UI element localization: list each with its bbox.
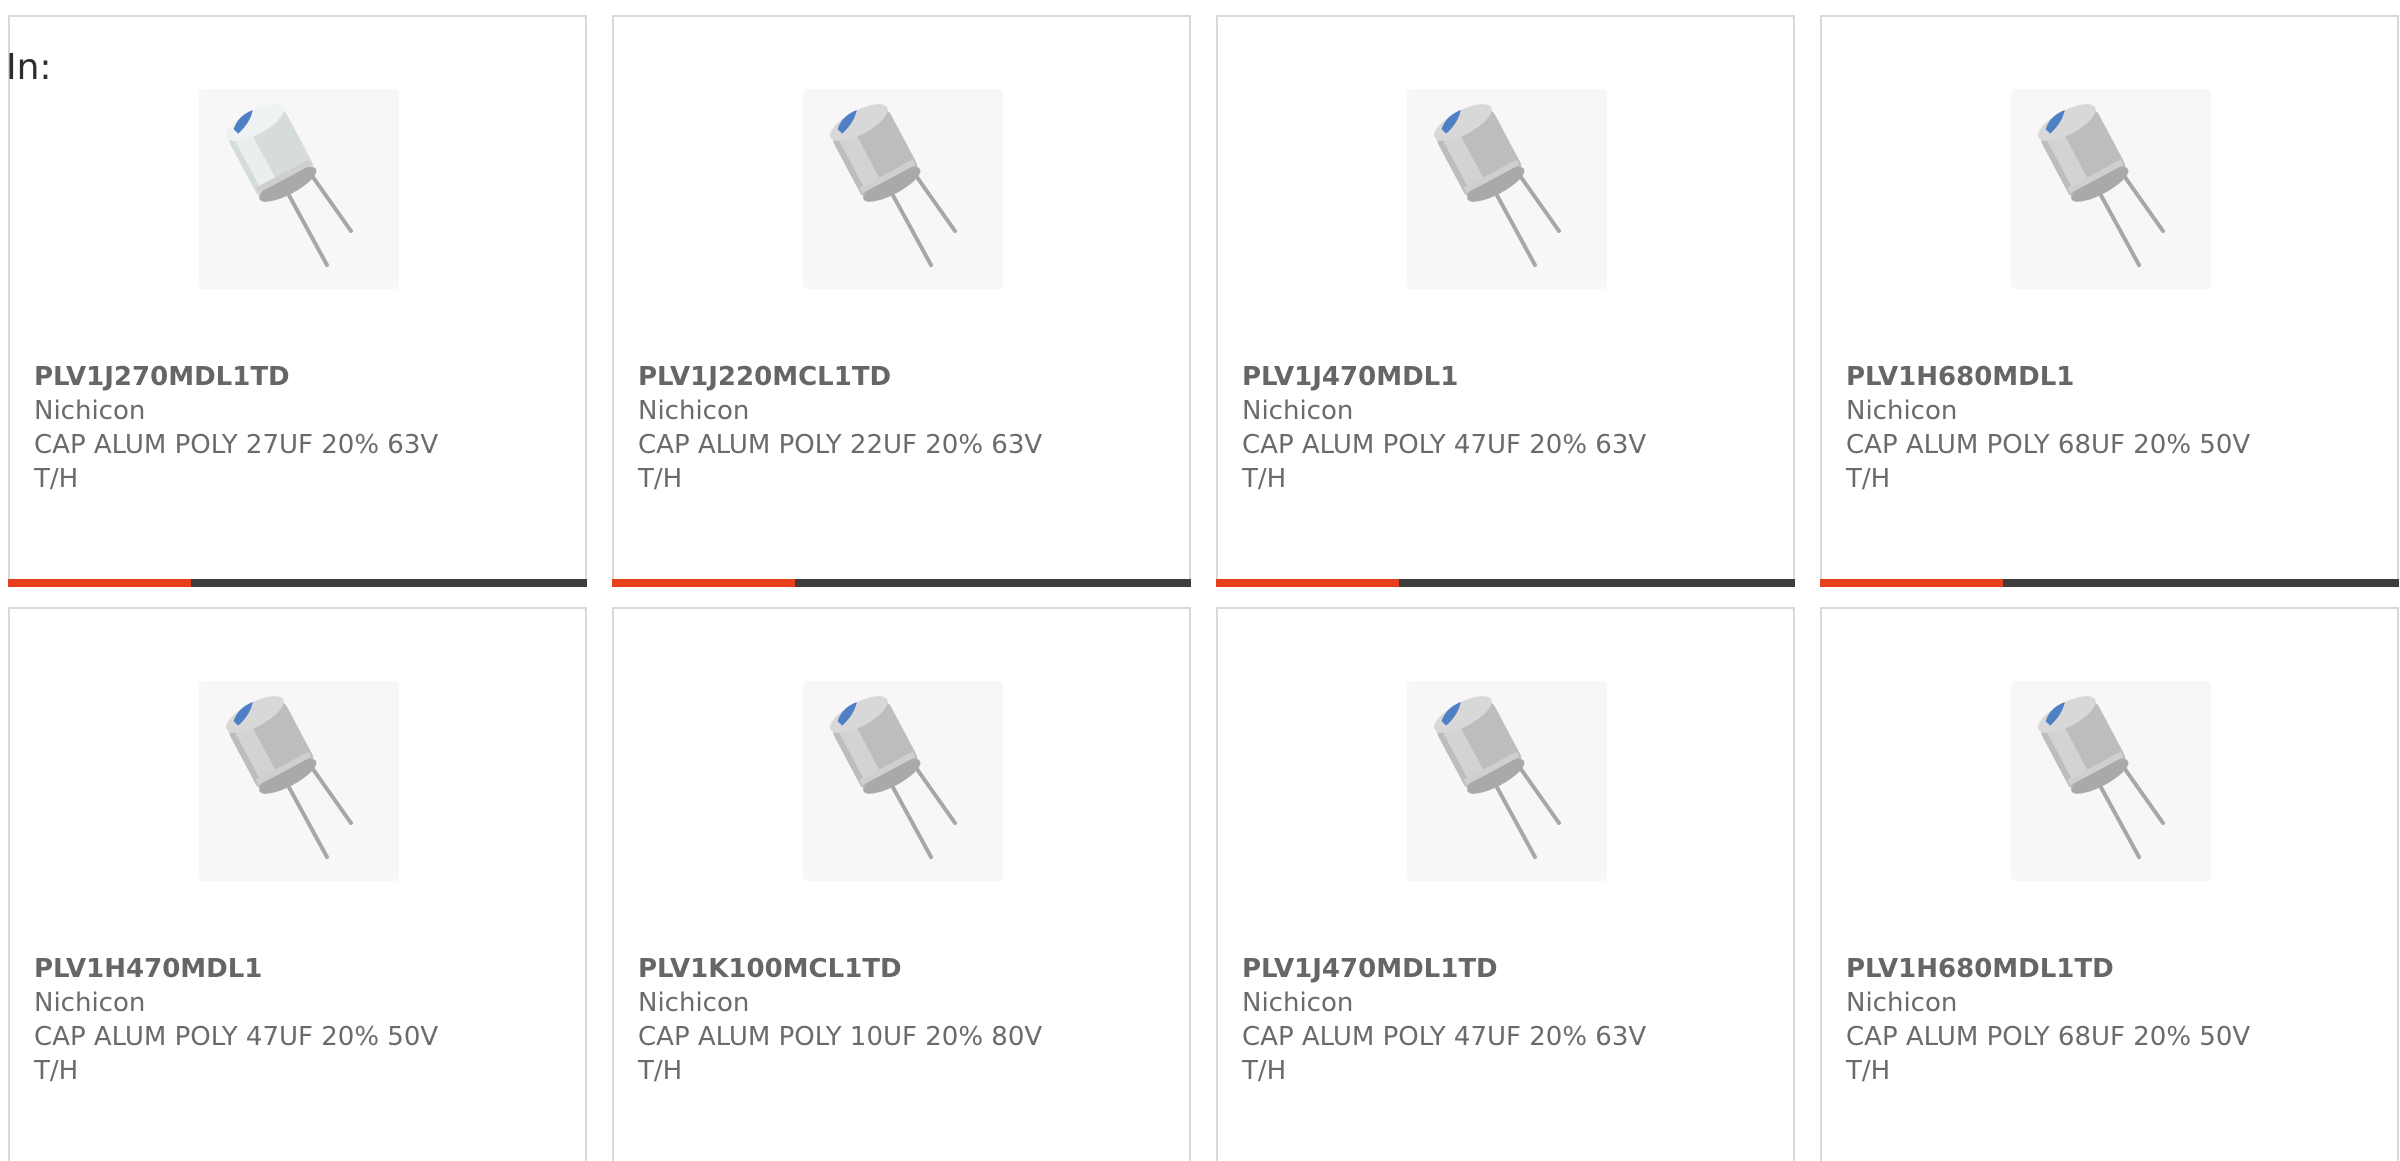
card-accent-bar [1820,579,2399,587]
product-card[interactable]: PLV1J270MDL1TD Nichicon CAP ALUM POLY 27… [8,15,587,587]
product-info: PLV1K100MCL1TD Nichicon CAP ALUM POLY 10… [638,952,1158,1088]
card-accent-bar [8,579,587,587]
card-accent-fill [1216,579,1399,587]
part-number-link[interactable]: PLV1H470MDL1 [34,952,554,986]
part-number-link[interactable]: PLV1H680MDL1TD [1846,952,2366,986]
card-accent-bar [612,579,1191,587]
capacitor-image[interactable] [199,89,399,289]
product-description: CAP ALUM POLY 22UF 20% 63V [638,430,1043,460]
product-description: CAP ALUM POLY 47UF 20% 63V [1242,430,1647,460]
capacitor-image[interactable] [2011,681,2211,881]
capacitor-image[interactable] [1407,681,1607,881]
mounting-type: T/H [1846,464,1891,494]
mounting-type: T/H [1242,464,1287,494]
part-number-link[interactable]: PLV1J470MDL1 [1242,360,1762,394]
product-row: PLV1H470MDL1 Nichicon CAP ALUM POLY 47UF… [8,607,2399,1161]
product-grid: PLV1J270MDL1TD Nichicon CAP ALUM POLY 27… [8,15,2399,1161]
product-description: CAP ALUM POLY 47UF 20% 50V [34,1022,439,1052]
product-card[interactable]: PLV1H680MDL1 Nichicon CAP ALUM POLY 68UF… [1820,15,2399,587]
product-description: CAP ALUM POLY 27UF 20% 63V [34,430,439,460]
product-description: CAP ALUM POLY 10UF 20% 80V [638,1022,1043,1052]
product-card[interactable]: PLV1K100MCL1TD Nichicon CAP ALUM POLY 10… [612,607,1191,1161]
card-accent-fill [8,579,191,587]
product-row: PLV1J270MDL1TD Nichicon CAP ALUM POLY 27… [8,15,2399,587]
manufacturer-name: Nichicon [1846,396,1958,426]
card-accent-bar [1216,579,1795,587]
capacitor-image[interactable] [2011,89,2211,289]
part-number-link[interactable]: PLV1J220MCL1TD [638,360,1158,394]
capacitor-image[interactable] [1407,89,1607,289]
manufacturer-name: Nichicon [638,396,750,426]
mounting-type: T/H [1846,1056,1891,1086]
card-accent-fill [1820,579,2003,587]
part-number-link[interactable]: PLV1J270MDL1TD [34,360,554,394]
manufacturer-name: Nichicon [34,396,146,426]
capacitor-image[interactable] [803,89,1003,289]
mounting-type: T/H [34,464,79,494]
product-info: PLV1J470MDL1 Nichicon CAP ALUM POLY 47UF… [1242,360,1762,496]
part-number-link[interactable]: PLV1H680MDL1 [1846,360,2366,394]
part-number-link[interactable]: PLV1K100MCL1TD [638,952,1158,986]
in-label: In: [6,47,52,88]
mounting-type: T/H [34,1056,79,1086]
capacitor-image[interactable] [803,681,1003,881]
product-card[interactable]: PLV1J220MCL1TD Nichicon CAP ALUM POLY 22… [612,15,1191,587]
mounting-type: T/H [1242,1056,1287,1086]
mounting-type: T/H [638,1056,683,1086]
product-info: PLV1J270MDL1TD Nichicon CAP ALUM POLY 27… [34,360,554,496]
product-description: CAP ALUM POLY 47UF 20% 63V [1242,1022,1647,1052]
product-info: PLV1J470MDL1TD Nichicon CAP ALUM POLY 47… [1242,952,1762,1088]
product-description: CAP ALUM POLY 68UF 20% 50V [1846,1022,2251,1052]
product-info: PLV1H680MDL1 Nichicon CAP ALUM POLY 68UF… [1846,360,2366,496]
card-accent-fill [612,579,795,587]
manufacturer-name: Nichicon [34,988,146,1018]
product-card[interactable]: PLV1J470MDL1 Nichicon CAP ALUM POLY 47UF… [1216,15,1795,587]
capacitor-image[interactable] [199,681,399,881]
manufacturer-name: Nichicon [1242,396,1354,426]
product-info: PLV1H680MDL1TD Nichicon CAP ALUM POLY 68… [1846,952,2366,1088]
mounting-type: T/H [638,464,683,494]
product-info: PLV1J220MCL1TD Nichicon CAP ALUM POLY 22… [638,360,1158,496]
product-card[interactable]: PLV1H470MDL1 Nichicon CAP ALUM POLY 47UF… [8,607,587,1161]
part-number-link[interactable]: PLV1J470MDL1TD [1242,952,1762,986]
manufacturer-name: Nichicon [638,988,750,1018]
product-card[interactable]: PLV1J470MDL1TD Nichicon CAP ALUM POLY 47… [1216,607,1795,1161]
manufacturer-name: Nichicon [1242,988,1354,1018]
product-info: PLV1H470MDL1 Nichicon CAP ALUM POLY 47UF… [34,952,554,1088]
product-card[interactable]: PLV1H680MDL1TD Nichicon CAP ALUM POLY 68… [1820,607,2399,1161]
manufacturer-name: Nichicon [1846,988,1958,1018]
product-description: CAP ALUM POLY 68UF 20% 50V [1846,430,2251,460]
